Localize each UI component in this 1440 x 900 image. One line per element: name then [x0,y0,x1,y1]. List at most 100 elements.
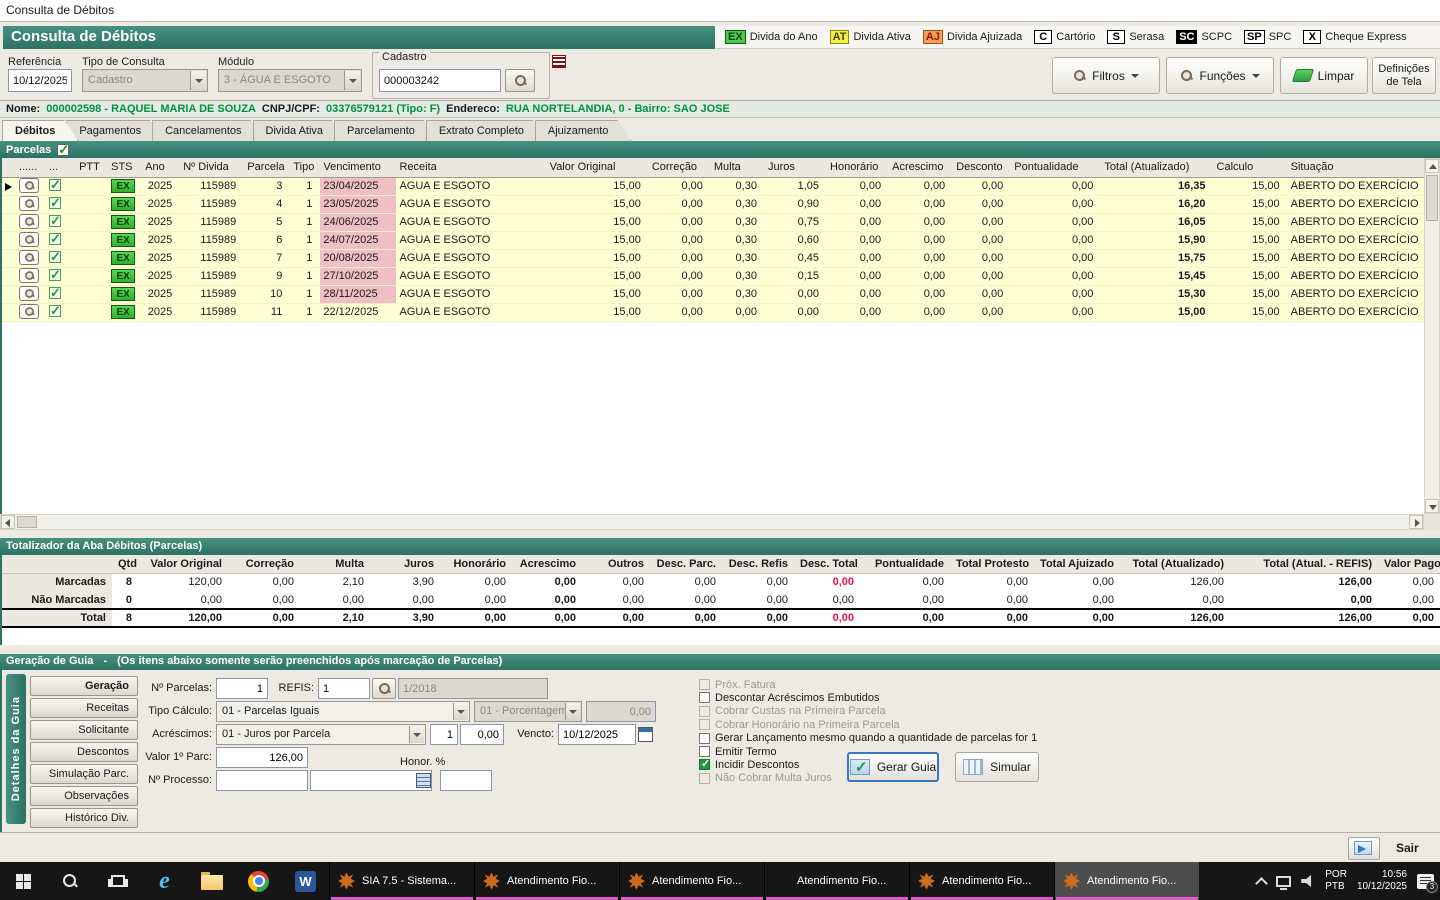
col-calculo[interactable]: Calculo [1214,158,1288,177]
row-checkbox[interactable] [49,179,61,191]
col-divida[interactable]: Nº Divida [180,158,244,177]
tab[interactable]: Divida Ativa [253,120,346,141]
tab[interactable]: Pagamentos [66,120,164,141]
row-search-button[interactable] [19,286,39,301]
col-ano[interactable]: Ano [142,158,180,177]
guia-checkbox-row[interactable]: Emitir Termo [699,745,777,758]
col-dots[interactable]: ...... [16,158,46,177]
col-ptt[interactable]: PTT [76,158,108,177]
table-row[interactable]: EX 2025 115989 5 1 24/06/2025 AGUA E ESG… [2,213,1424,231]
col-honorario[interactable]: Honorário [827,158,889,177]
clock[interactable]: 10:56 10/12/2025 [1357,869,1407,893]
task-view-button[interactable] [94,862,141,900]
table-row[interactable]: EX 2025 115989 3 1 23/04/2025 AGUA E ESG… [2,177,1424,195]
scroll-down-icon[interactable] [1425,499,1439,513]
taskbar-search-button[interactable] [47,862,94,900]
start-button[interactable] [0,862,47,900]
col-tipo[interactable]: Tipo [290,158,320,177]
guia-checkbox-row[interactable]: Próx. Fatura [699,678,776,691]
checkbox-icon[interactable] [699,773,710,784]
guia-checkbox-row[interactable]: Descontar Acréscimos Embutidos [699,691,879,704]
file-explorer-button[interactable] [188,862,235,900]
language-indicator[interactable]: POR PTB [1325,869,1347,893]
guia-side-button[interactable]: Observações [30,786,138,806]
row-search-button[interactable] [19,250,39,265]
guia-checkbox-row[interactable]: Cobrar Custas na Primeira Parcela [699,705,886,718]
guia-checkbox-row[interactable]: Gerar Lançamento mesmo quando a quantida… [699,732,1037,745]
guia-side-button[interactable]: Simulação Parc. [30,764,138,784]
row-checkbox[interactable] [49,251,61,263]
guia-side-button[interactable]: Geração [30,676,138,696]
notification-center-icon[interactable]: 3 [1417,874,1434,889]
row-search-button[interactable] [19,304,39,319]
guia-checkbox-row[interactable]: Cobrar Honorário na Primeira Parcela [699,718,900,731]
table-row[interactable]: EX 2025 115989 6 1 24/07/2025 AGUA E ESG… [2,231,1424,249]
processo-input[interactable] [216,770,308,791]
taskbar-app-button[interactable]: SIA 7.5 - Sistema... [329,862,474,900]
detalhes-guia-tab[interactable]: Detalhes da Guia [6,674,26,824]
funcoes-button[interactable]: Funções [1166,57,1274,94]
scrollbar-thumb[interactable] [17,516,37,528]
valor-parc-input[interactable] [216,747,308,768]
row-search-button[interactable] [19,232,39,247]
taskbar-app-button[interactable]: Atendimento Fio... [764,862,909,900]
chrome-button[interactable] [235,862,282,900]
row-checkbox[interactable] [49,287,61,299]
col-vencimento[interactable]: Vencimento [320,158,396,177]
checkbox-icon[interactable] [699,692,710,703]
guia-side-button[interactable]: Receitas [30,698,138,718]
col-dots2[interactable]: ... [46,158,76,177]
tab[interactable]: Ajuizamento [535,120,632,141]
scroll-left-icon[interactable] [1,515,15,529]
row-search-button[interactable] [19,214,39,229]
tray-expand-icon[interactable] [1255,877,1268,890]
col-valor[interactable]: Valor Original [547,158,649,177]
col-acrescimo[interactable]: Acrescimo [889,158,953,177]
row-checkbox[interactable] [49,197,61,209]
gerar-guia-button[interactable]: Gerar Guia [847,752,939,782]
table-row[interactable]: EX 2025 115989 4 1 23/05/2025 AGUA E ESG… [2,195,1424,213]
modulo-select[interactable]: 3 - ÁGUA E ESGOTO [218,69,362,92]
speaker-icon[interactable] [1301,875,1315,887]
row-search-button[interactable] [19,196,39,211]
network-icon[interactable] [1276,876,1291,887]
acrescimos-select[interactable]: 01 - Juros por Parcela [216,724,426,745]
parcelas-checkbox[interactable] [57,144,69,156]
checkbox-icon[interactable] [699,719,710,730]
horizontal-scrollbar[interactable] [0,514,1424,530]
taskbar-app-button[interactable]: Atendimento Fio... [909,862,1054,900]
guia-side-button[interactable]: Histórico Div. [30,808,138,828]
col-situacao[interactable]: Situação [1288,158,1424,177]
sair-label[interactable]: Sair [1396,841,1419,855]
scroll-right-icon[interactable] [1409,515,1423,529]
internet-explorer-button[interactable]: e [141,862,188,900]
acrescimos-valor-input[interactable] [460,724,504,745]
table-row[interactable]: EX 2025 115989 9 1 27/10/2025 AGUA E ESG… [2,267,1424,285]
row-checkbox[interactable] [49,233,61,245]
col-receita[interactable]: Receita [396,158,546,177]
guia-checkbox-row[interactable]: Incidir Descontos [699,758,799,771]
vencto-input[interactable] [558,724,636,745]
table-row[interactable]: EX 2025 115989 11 1 22/12/2025 AGUA E ES… [2,303,1424,321]
taskbar-app-button[interactable]: Atendimento Fio... [474,862,619,900]
vertical-scrollbar[interactable] [1424,158,1440,514]
tab[interactable]: Cancelamentos [152,120,264,141]
list-icon[interactable] [552,55,566,68]
taskbar-app-button[interactable]: Atendimento Fio... [1054,862,1199,900]
col-desconto[interactable]: Desconto [953,158,1011,177]
taskbar-app-button[interactable]: Atendimento Fio... [619,862,764,900]
table-row[interactable]: EX 2025 115989 7 1 20/08/2025 AGUA E ESG… [2,249,1424,267]
refis-input[interactable] [318,678,370,699]
row-checkbox[interactable] [49,305,61,317]
row-checkbox[interactable] [49,269,61,281]
guia-side-button[interactable]: Solicitante [30,720,138,740]
n-parcelas-input[interactable] [216,678,268,699]
honor-input[interactable] [440,770,492,791]
simular-button[interactable]: Simular [955,752,1039,782]
tab[interactable]: Extrato Completo [426,120,547,141]
filtros-button[interactable]: Filtros [1052,57,1160,94]
definicoes-tela-button[interactable]: Definições de Tela [1372,57,1436,94]
processo-detail-input[interactable] [310,770,432,791]
sair-button[interactable] [1348,837,1380,860]
cadastro-input[interactable] [379,69,501,92]
